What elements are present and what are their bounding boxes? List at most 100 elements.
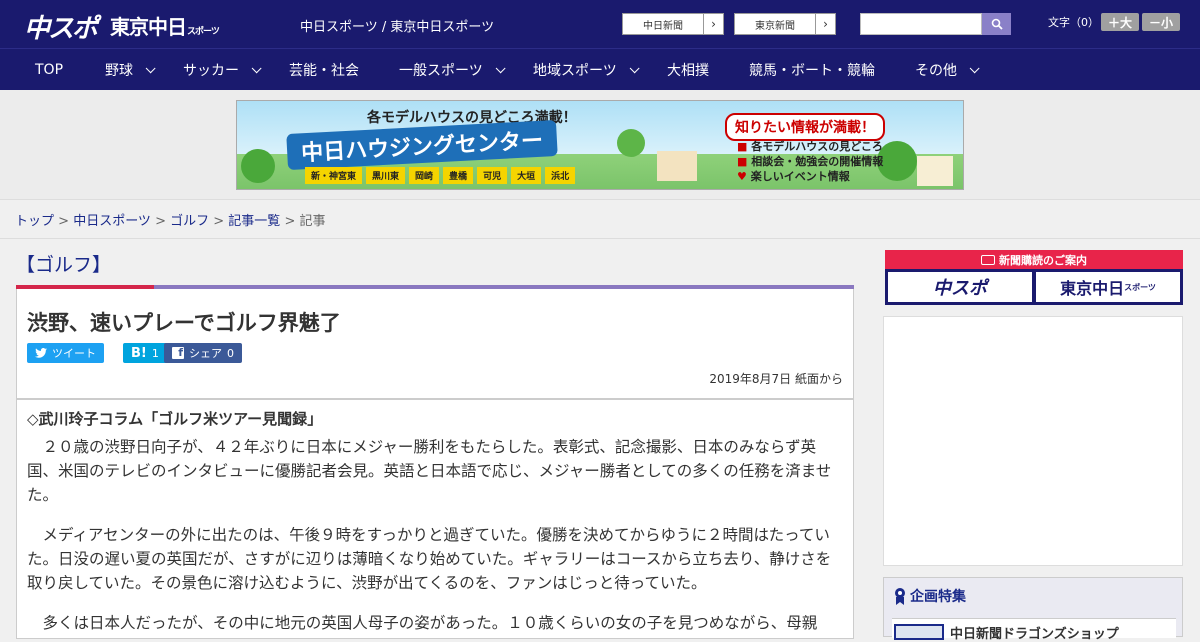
subscribe-tokyo-chunichi-text: 東京中日	[1060, 279, 1125, 298]
breadcrumb-link-article-list[interactable]: 記事一覧	[228, 214, 280, 229]
facebook-share-button[interactable]: f シェア 0	[164, 343, 242, 363]
chevron-down-icon	[629, 62, 640, 73]
article-paragraph: ２０歳の渋野日向子が、４２年ぶりに日本にメジャー勝利をもたらした。表彰式、記念撮…	[27, 438, 832, 504]
feature-box: 企画特集 中日新聞ドラゴンズショップ	[883, 577, 1183, 642]
heart-icon: ♥	[737, 170, 747, 183]
chevron-down-icon	[251, 62, 262, 73]
nav-item-general-sports[interactable]: 一般スポーツ	[399, 49, 506, 91]
article-header: 渋野、速いプレーでゴルフ界魅了 ツイート B! 1 f シェア 0 2019年8…	[16, 289, 854, 399]
nav-item-other[interactable]: その他	[915, 49, 980, 91]
tokyo-chunichi-logo-text: 東京中日	[110, 15, 187, 39]
ad-town: 新・神宮東	[305, 167, 363, 184]
feature-title: 企画特集	[894, 586, 966, 606]
subscribe-chuspo-button[interactable]: 中スポ	[888, 272, 1032, 302]
facebook-icon: f	[172, 346, 184, 359]
chevron-down-icon	[969, 62, 980, 73]
breadcrumb-link-top[interactable]: トップ	[15, 214, 54, 229]
ad-area: 各モデルハウスの見どころ満載！ 中日ハウジングセンター 新・神宮東 黒川東 岡崎…	[0, 90, 1200, 200]
nav-item-label: 大相撲	[667, 63, 709, 79]
facebook-share-label: シェア	[189, 347, 222, 360]
nav-item-label: 芸能・社会	[289, 63, 359, 79]
chunichi-shimbun-link[interactable]: 中日新聞 ›	[622, 13, 724, 35]
ticket-icon	[981, 254, 995, 265]
ad-right-item: ■ 各モデルハウスの見どころ	[737, 139, 883, 154]
subscription-header-text: 新聞購読のご案内	[999, 253, 1087, 267]
tree-illustration	[617, 129, 645, 157]
ad-town: 大垣	[511, 167, 542, 184]
chevron-right-icon: ›	[703, 14, 723, 34]
font-larger-button[interactable]: ＋大	[1101, 13, 1139, 31]
sidebar-ad-slot	[883, 316, 1183, 566]
ad-main-text: 中日ハウジングセンター	[286, 119, 558, 171]
ad-right-item-text: 楽しいイベント情報	[750, 170, 850, 183]
chevron-down-icon	[495, 62, 506, 73]
font-size-label: 文字（0）	[1048, 16, 1099, 29]
ad-right-item-text: 各モデルハウスの見どころ	[751, 140, 883, 153]
ad-town: 豊橋	[443, 167, 474, 184]
breadcrumb-current: 記事	[299, 214, 326, 229]
subscription-box: 新聞購読のご案内 中スポ 東京中日 スポーツ	[885, 250, 1183, 305]
nav-item-label: 野球	[105, 63, 133, 79]
subscription-header: 新聞購読のご案内	[885, 250, 1183, 269]
ad-right-item: ■ 相談会・勉強会の開催情報	[737, 154, 883, 169]
ad-right-title: 知りたい情報が満載！	[725, 113, 885, 141]
article-subtitle: ◇武川玲子コラム「ゴルフ米ツアー見聞録」	[27, 410, 323, 428]
article-date: 2019年8月7日 紙面から	[709, 372, 843, 386]
tweet-label: ツイート	[52, 347, 96, 360]
facebook-share-count: 0	[227, 346, 234, 360]
house-illustration	[917, 156, 953, 186]
feature-title-text: 企画特集	[910, 589, 966, 605]
breadcrumb-separator: >	[280, 214, 300, 229]
nav-item-baseball[interactable]: 野球	[105, 49, 156, 91]
nav-item-entertainment[interactable]: 芸能・社会	[289, 49, 359, 91]
nav-item-label: その他	[915, 63, 957, 79]
main-nav: TOP 野球 サッカー 芸能・社会 一般スポーツ 地域スポーツ 大相撲 競馬・ボ…	[0, 48, 1200, 90]
ad-right-item: ♥ 楽しいイベント情報	[737, 169, 883, 184]
article-paragraph: メディアセンターの外に出たのは、午後９時をすっかりと過ぎていた。優勝を決めてから…	[27, 526, 832, 592]
site-header: 中スポ 東京中日スポーツ 中日スポーツ / 東京中日スポーツ 中日新聞 › 東京…	[0, 0, 1200, 48]
search-button[interactable]	[982, 13, 1011, 35]
chunichi-shimbun-label: 中日新聞	[643, 20, 683, 32]
site-links[interactable]: 中日スポーツ / 東京中日スポーツ	[300, 16, 494, 35]
housing-center-ad[interactable]: 各モデルハウスの見どころ満載！ 中日ハウジングセンター 新・神宮東 黒川東 岡崎…	[236, 100, 964, 190]
search-input[interactable]	[860, 13, 982, 35]
nav-item-local-sports[interactable]: 地域スポーツ	[533, 49, 640, 91]
tweet-button[interactable]: ツイート	[27, 343, 104, 363]
breadcrumb-link-golf[interactable]: ゴルフ	[170, 214, 209, 229]
twitter-bird-icon	[35, 348, 47, 358]
breadcrumb-separator: >	[150, 214, 171, 229]
house-mark-icon: ■	[737, 140, 748, 153]
article-paragraph: 多くは日本人だったが、その中に地元の英国人母子の姿があった。１０歳くらいの女の子…	[42, 614, 818, 632]
tokyo-chunichi-logo[interactable]: 東京中日スポーツ	[110, 11, 220, 40]
ad-right-list: ■ 各モデルハウスの見どころ ■ 相談会・勉強会の開催情報 ♥ 楽しいイベント情…	[737, 139, 883, 184]
nav-item-soccer[interactable]: サッカー	[183, 49, 262, 91]
nav-item-label: 競馬・ボート・競輪	[749, 63, 875, 79]
ribbon-icon	[895, 588, 905, 605]
nav-item-label: サッカー	[183, 63, 239, 79]
house-mark-icon: ■	[737, 155, 748, 168]
hatena-bookmark-button[interactable]: B! 1	[123, 343, 167, 363]
breadcrumb-link-chunichi-sports[interactable]: 中日スポーツ	[73, 214, 151, 229]
tokyo-chunichi-logo-suffix: スポーツ	[187, 27, 220, 37]
breadcrumb: トップ > 中日スポーツ > ゴルフ > 記事一覧 > 記事	[0, 200, 1200, 239]
breadcrumb-separator: >	[209, 214, 229, 229]
subscribe-tokyo-chunichi-button[interactable]: 東京中日 スポーツ	[1036, 272, 1180, 302]
breadcrumb-separator: >	[54, 214, 74, 229]
nav-item-label: TOP	[35, 62, 64, 78]
category-heading: 【ゴルフ】	[16, 254, 112, 276]
house-illustration	[657, 151, 697, 181]
chuspo-logo[interactable]: 中スポ	[24, 8, 98, 45]
search-icon	[991, 18, 1003, 30]
chevron-right-icon: ›	[815, 14, 835, 34]
tokyo-shimbun-link[interactable]: 東京新聞 ›	[734, 13, 836, 35]
feature-item-label: 中日新聞ドラゴンズショップ	[950, 627, 1119, 642]
chevron-down-icon	[145, 62, 156, 73]
nav-item-sumo[interactable]: 大相撲	[667, 49, 709, 91]
article-body: ◇武川玲子コラム「ゴルフ米ツアー見聞録」 ２０歳の渋野日向子が、４２年ぶりに日本…	[16, 399, 854, 639]
ad-towns: 新・神宮東 黒川東 岡崎 豊橋 可児 大垣 浜北	[305, 167, 576, 184]
font-smaller-button[interactable]: －小	[1142, 13, 1180, 31]
subscribe-tokyo-chunichi-suffix: スポーツ	[1124, 282, 1156, 292]
nav-item-racing[interactable]: 競馬・ボート・競輪	[749, 49, 875, 91]
nav-item-top[interactable]: TOP	[35, 49, 63, 91]
feature-item-dragons-shop[interactable]: 中日新聞ドラゴンズショップ	[892, 618, 1176, 642]
